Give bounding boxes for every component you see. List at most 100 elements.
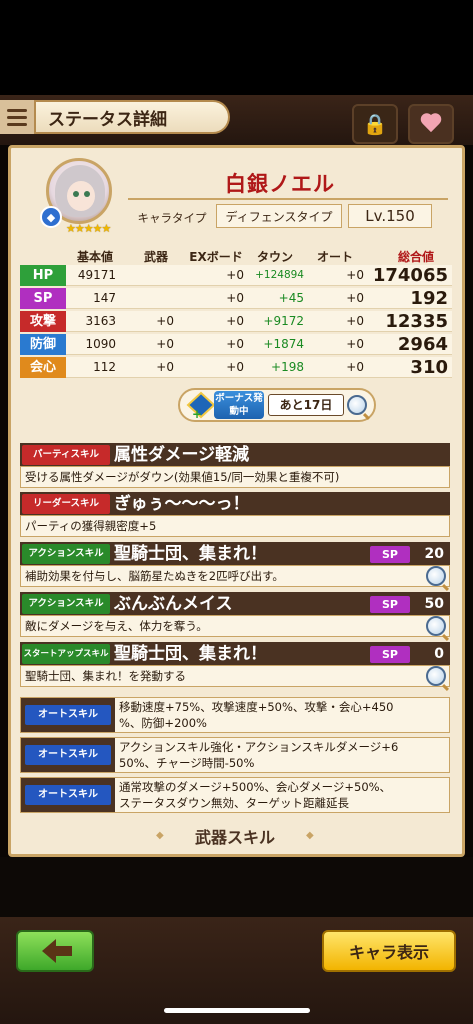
stat-town: +9172: [263, 314, 304, 328]
skill-tag: パーティスキル: [22, 445, 110, 465]
skill-header-leader: リーダースキル ぎゅぅ～～～っ！: [20, 492, 450, 516]
skill-description: 補助効果を付与し、脳筋星たぬきを2匹呼び出す。: [20, 565, 450, 587]
stat-total: 192: [410, 288, 448, 309]
skill-name: ぎゅぅ～～～っ！: [114, 494, 250, 514]
magnify-icon[interactable]: [426, 616, 446, 636]
stat-base: 112: [93, 360, 116, 374]
bonus-diamond-icon: +: [186, 391, 216, 419]
magnify-icon[interactable]: [426, 566, 446, 586]
auto-skill-tag: オートスキル: [25, 745, 111, 765]
auto-skill-text: 移動速度+75%、攻撃速度+50%、攻撃・会心+450: [119, 700, 394, 714]
bonus-active-tag: ボーナス発動中: [214, 391, 264, 419]
auto-skill-text: ステータスダウン無効、ターゲット距離延長: [119, 796, 349, 810]
back-button[interactable]: [16, 930, 94, 972]
sp-cost: 20: [424, 546, 444, 562]
sp-cost: 50: [424, 596, 444, 612]
rarity-stars: ★★★★★: [66, 222, 111, 235]
defense-type-icon: ◆: [40, 206, 62, 228]
stat-exboard: +0: [226, 314, 244, 328]
auto-skill-row: オートスキル アクションスキル強化・アクションスキルダメージ+6 50%、チャー…: [20, 737, 450, 773]
stat-town: +198: [271, 360, 304, 374]
svg-text:+: +: [192, 407, 202, 419]
stat-auto: +0: [346, 360, 364, 374]
stat-base: 49171: [77, 268, 116, 282]
auto-skill-text: 50%、チャージ時間-50%: [119, 756, 255, 770]
lock-icon[interactable]: 🔒: [352, 104, 398, 144]
auto-skill-tag: オートスキル: [25, 785, 111, 805]
skill-description: 敵にダメージを与え、体力を奪う。: [20, 615, 450, 637]
weapon-skill-heading: 武器スキル: [194, 828, 275, 847]
stat-exboard: +0: [226, 291, 244, 305]
character-type-value: ディフェンスタイプ: [216, 204, 342, 228]
skill-header-startup: スタートアップスキル 聖騎士団、集まれ！ SP 0: [20, 642, 450, 666]
sp-badge: SP: [370, 546, 410, 563]
stat-total: 310: [410, 357, 448, 378]
stat-town: +124894: [255, 269, 304, 281]
stat-exboard: +0: [226, 360, 244, 374]
skill-tag: リーダースキル: [22, 494, 110, 514]
auto-skill-text: %、防御+200%: [119, 716, 207, 730]
stat-label: 攻撃: [20, 311, 66, 332]
stat-row-critical: 会心 112 +0 +0 +198 +0 310: [20, 357, 452, 378]
page-title: ステータス詳細: [48, 109, 167, 130]
stat-base: 3163: [85, 314, 116, 328]
skill-description: パーティの獲得親密度+5: [20, 515, 450, 537]
sp-cost: 0: [434, 646, 444, 662]
skill-name: 聖騎士団、集まれ！: [114, 544, 267, 564]
menu-icon[interactable]: [0, 100, 36, 134]
stat-town: +45: [278, 291, 304, 305]
skill-name: 聖騎士団、集まれ！: [114, 644, 267, 664]
skill-header-action-2: アクションスキル ぶんぶんメイス SP 50: [20, 592, 450, 616]
header-auto: オート: [316, 250, 353, 264]
stat-exboard: +0: [226, 268, 244, 282]
magnify-icon[interactable]: [347, 395, 367, 415]
stat-auto: +0: [346, 268, 364, 282]
header-title-tab: ステータス詳細: [0, 100, 230, 134]
divider: [128, 198, 448, 200]
header-total: 総合値: [397, 250, 434, 264]
magnify-icon[interactable]: [426, 666, 446, 686]
stat-row-attack: 攻撃 3163 +0 +0 +9172 +0 12335: [20, 311, 452, 332]
skill-header-action-1: アクションスキル 聖騎士団、集まれ！ SP 20: [20, 542, 450, 566]
skill-tag: スタートアップスキル: [22, 644, 110, 664]
auto-skill-tag: オートスキル: [25, 705, 111, 725]
stat-weapon: +0: [156, 360, 174, 374]
stat-total: 2964: [397, 334, 448, 355]
favorite-button[interactable]: [408, 104, 454, 144]
skill-header-party: パーティスキル 属性ダメージ軽減: [20, 443, 450, 467]
bonus-remaining-days: あと17日: [268, 394, 344, 416]
stat-exboard: +0: [226, 337, 244, 351]
stat-label: SP: [20, 288, 66, 309]
stat-label: 会心: [20, 357, 66, 378]
skill-description: 受ける属性ダメージがダウン(効果値15/同一効果と重複不可): [20, 466, 450, 488]
stat-total: 174065: [372, 265, 448, 286]
home-indicator[interactable]: [164, 1008, 310, 1013]
header-weapon: 武器: [143, 250, 168, 264]
stat-town: +1874: [263, 337, 304, 351]
sp-badge: SP: [370, 646, 410, 663]
sp-badge: SP: [370, 596, 410, 613]
background: [0, 857, 473, 917]
stat-row-sp: SP 147 +0 +45 +0 192: [20, 288, 452, 309]
character-name: 白銀ノエル: [225, 172, 335, 196]
stat-base: 147: [93, 291, 116, 305]
stat-weapon: [130, 265, 174, 286]
auto-skill-row: オートスキル 通常攻撃のダメージ+500%、会心ダメージ+50%、 ステータスダ…: [20, 777, 450, 813]
skill-description: 聖騎士団、集まれ！を発動する: [20, 665, 450, 687]
stat-weapon: +0: [156, 314, 174, 328]
skill-tag: アクションスキル: [22, 594, 110, 614]
stat-weapon: +0: [156, 337, 174, 351]
stat-base: 1090: [85, 337, 116, 351]
header-base: 基本値: [76, 250, 113, 264]
back-arrow-icon: [42, 939, 72, 963]
show-character-button[interactable]: キャラ表示: [322, 930, 456, 972]
skill-name: ぶんぶんメイス: [114, 594, 233, 614]
stat-label: 防御: [20, 334, 66, 355]
header-town: タウン: [256, 250, 293, 264]
status-bar-area: [0, 0, 473, 95]
stat-total: 12335: [385, 311, 448, 332]
stat-auto: +0: [346, 337, 364, 351]
heart-icon: [420, 114, 442, 134]
stat-auto: +0: [346, 291, 364, 305]
ornament-icon: ◆: [306, 830, 314, 841]
